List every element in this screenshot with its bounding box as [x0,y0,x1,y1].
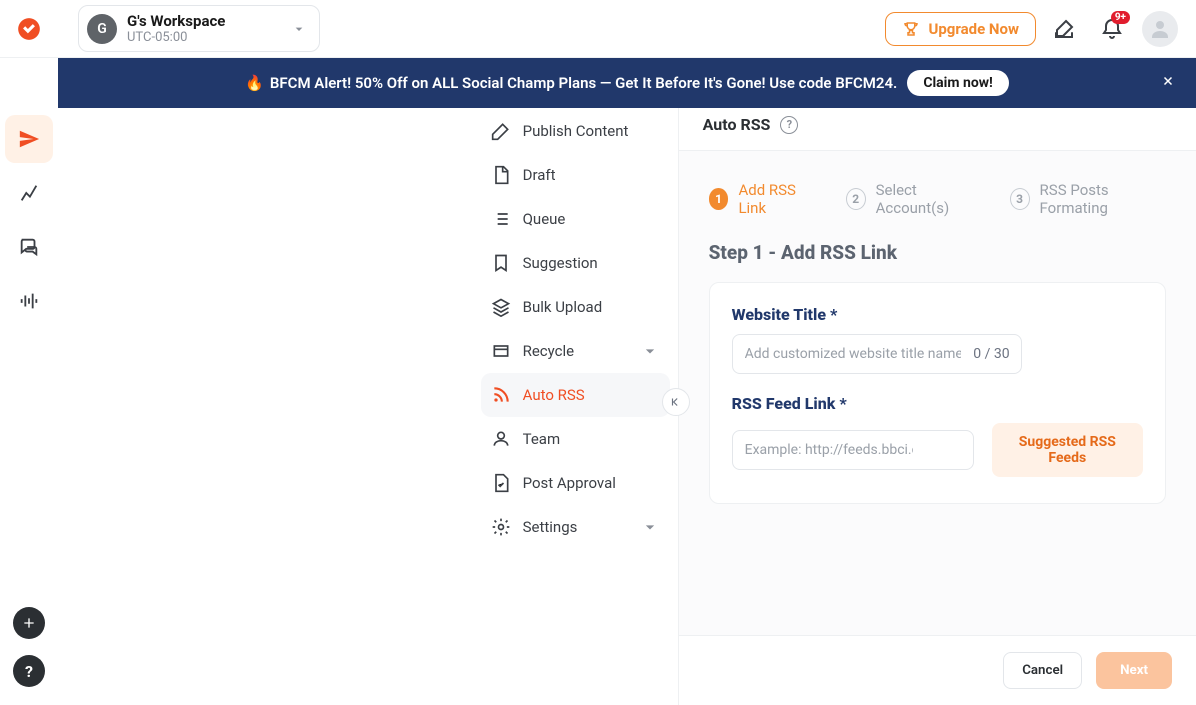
trophy-icon [902,20,920,38]
website-title-label: Website Title * [732,305,1143,324]
cancel-label: Cancel [1022,663,1063,678]
claim-label: Claim now! [923,75,993,91]
compose-button[interactable] [1044,9,1084,49]
step-label: Add RSS Link [738,181,817,217]
rss-link-input[interactable] [732,430,974,470]
banner-close-button[interactable] [1162,75,1174,91]
sidenav-publish-content[interactable]: Publish Content [481,109,670,153]
content-footer: Cancel Next [679,635,1196,705]
upgrade-label: Upgrade Now [928,20,1019,38]
user-avatar[interactable] [1142,11,1178,47]
sidenav-bulk-upload[interactable]: Bulk Upload [481,285,670,329]
promo-banner: 🔥 BFCM Alert! 50% Off on ALL Social Cham… [58,58,1196,108]
champ-logo-icon [16,16,42,42]
user-icon [491,429,511,449]
sidenav-label: Queue [523,210,566,228]
main-layout: ? Publish Content Draft Queue Suggestion… [0,99,1196,705]
chevron-down-icon [640,341,660,361]
approve-icon [491,473,511,493]
website-title-row: 0 / 30 [732,334,1143,374]
rss-link-label: RSS Feed Link * [732,394,1143,413]
gear-icon [491,517,511,537]
sidenav-label: Publish Content [523,122,629,140]
step-label: RSS Posts Formating [1040,181,1166,217]
next-label: Next [1120,663,1148,678]
sidenav-draft[interactable]: Draft [481,153,670,197]
notifications-button[interactable]: 9+ [1092,9,1132,49]
page-title: Auto RSS [703,115,771,134]
stack-icon [491,297,511,317]
sidenav-settings[interactable]: Settings [481,505,670,549]
collapse-left-icon [669,395,683,409]
chevron-down-icon [291,21,307,37]
step-number: 3 [1010,188,1030,210]
sidenav-label: Auto RSS [523,386,585,404]
sidenav-label: Team [523,430,561,448]
close-icon [1162,75,1174,87]
claim-button[interactable]: Claim now! [907,70,1009,96]
sidenav-label: Recycle [523,342,575,360]
help-button[interactable]: ? [780,116,798,134]
sidenav-label: Settings [523,518,578,536]
rss-form-card: Website Title * 0 / 30 RSS Feed Link * S… [709,282,1166,504]
content-area: Auto RSS ? 1 Add RSS Link 2 Select Accou… [679,99,1196,705]
user-icon [1148,17,1172,41]
sidenav-auto-rss[interactable]: Auto RSS [481,373,670,417]
workspace-name: G's Workspace [127,12,281,30]
workspace-timezone: UTC-05:00 [127,30,281,46]
cancel-button[interactable]: Cancel [1003,652,1082,689]
step-number: 1 [709,188,729,210]
publish-sidenav: Publish Content Draft Queue Suggestion B… [473,99,679,705]
list-icon [491,209,511,229]
step-heading: Step 1 - Add RSS Link [709,241,1166,264]
recycle-icon [491,341,511,361]
step-1[interactable]: 1 Add RSS Link [709,181,818,217]
content-body: 1 Add RSS Link 2 Select Account(s) 3 RSS… [679,151,1196,635]
step-number: 2 [846,188,866,210]
workspace-selector[interactable]: G G's Workspace UTC-05:00 [78,5,320,53]
banner-text: BFCM Alert! 50% Off on ALL Social Champ … [270,74,897,92]
sidenav-label: Suggestion [523,254,598,272]
file-icon [491,165,511,185]
website-title-counter: 0 / 30 [973,346,1009,362]
step-label: Select Account(s) [876,181,982,217]
notifications-badge: 9+ [1111,11,1130,24]
app-logo[interactable] [0,0,58,58]
sidenav-team[interactable]: Team [481,417,670,461]
suggested-feeds-button[interactable]: Suggested RSS Feeds [992,423,1143,477]
workspace-text: G's Workspace UTC-05:00 [127,12,281,46]
sidenav-label: Post Approval [523,474,616,492]
sidenav-suggestion[interactable]: Suggestion [481,241,670,285]
step-2[interactable]: 2 Select Account(s) [846,181,982,217]
sidenav-recycle[interactable]: Recycle [481,329,670,373]
sidenav-label: Draft [523,166,556,184]
next-button[interactable]: Next [1096,652,1172,689]
rss-link-row: Suggested RSS Feeds [732,423,1143,477]
sidenav-queue[interactable]: Queue [481,197,670,241]
step-3[interactable]: 3 RSS Posts Formating [1010,181,1166,217]
pencil-icon [491,121,511,141]
website-title-input-wrap: 0 / 30 [732,334,1022,374]
rss-icon [491,385,511,405]
bookmark-icon [491,253,511,273]
page-column [0,99,473,705]
compose-icon [1052,17,1076,41]
sidenav-collapse-button[interactable] [662,388,690,416]
topbar: G G's Workspace UTC-05:00 Upgrade Now 9+ [0,0,1196,58]
rss-link-input-wrap [732,430,974,470]
fire-emoji: 🔥 [245,74,264,92]
chevron-down-icon [640,517,660,537]
sidenav-label: Bulk Upload [523,298,603,316]
suggested-feeds-label: Suggested RSS Feeds [1019,434,1116,466]
sidenav-post-approval[interactable]: Post Approval [481,461,670,505]
stepper: 1 Add RSS Link 2 Select Account(s) 3 RSS… [709,181,1166,217]
workspace-avatar: G [87,14,117,44]
upgrade-button[interactable]: Upgrade Now [885,12,1036,46]
